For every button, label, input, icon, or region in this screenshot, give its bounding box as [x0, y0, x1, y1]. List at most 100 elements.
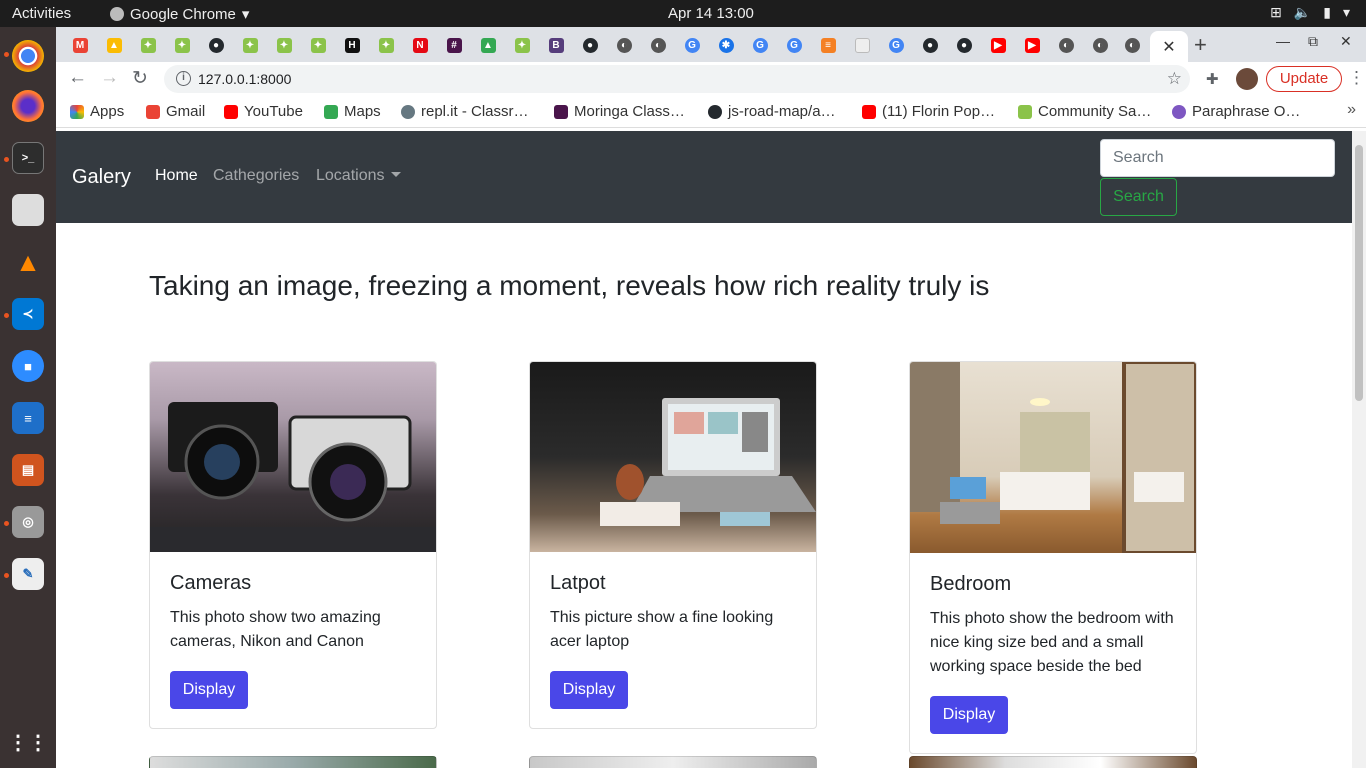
tab-community[interactable]: ✦: [134, 33, 162, 57]
nav-locations-dropdown[interactable]: Locations: [316, 167, 401, 185]
tab-github[interactable]: ●: [576, 33, 604, 57]
gallery-card-next[interactable]: [909, 756, 1197, 768]
bookmark-paraphrase[interactable]: Paraphrase O…: [1172, 103, 1300, 120]
tab-hackerrank[interactable]: H: [338, 33, 366, 57]
tab-drive[interactable]: ▲: [100, 33, 128, 57]
tab-github[interactable]: ●: [916, 33, 944, 57]
card-image-laptop[interactable]: [530, 362, 816, 552]
tab-stackoverflow[interactable]: ≡: [814, 33, 842, 57]
tab-globe[interactable]: ◐: [610, 33, 638, 57]
bookmark-label: Apps: [90, 103, 125, 120]
tab-globe[interactable]: ◐: [1118, 33, 1146, 57]
avatar[interactable]: [1236, 68, 1258, 90]
gallery-card-next[interactable]: [529, 756, 817, 768]
tab-community[interactable]: ✦: [508, 33, 536, 57]
youtube-icon: ▶: [1024, 37, 1040, 53]
bookmark-florin-pop[interactable]: (11) Florin Pop…: [862, 103, 995, 120]
tab-community[interactable]: ✦: [372, 33, 400, 57]
tab-netflix[interactable]: N: [406, 33, 434, 57]
system-tray[interactable]: ⊞ 🔈 ▮ ▾: [1270, 4, 1350, 21]
nav-home[interactable]: Home: [155, 167, 198, 185]
menu-icon[interactable]: ⋮: [1348, 68, 1365, 88]
activities-button[interactable]: Activities: [12, 5, 71, 22]
tab-globe[interactable]: ◐: [644, 33, 672, 57]
search-input[interactable]: [1100, 139, 1335, 177]
files-icon[interactable]: [12, 194, 44, 226]
star-icon[interactable]: ☆: [1167, 69, 1182, 89]
app-menu[interactable]: Google Chrome ▾: [110, 5, 249, 23]
bookmark-apps[interactable]: Apps: [70, 103, 124, 120]
tab-globe[interactable]: ◐: [1086, 33, 1114, 57]
tab-google[interactable]: G: [882, 33, 910, 57]
clock[interactable]: Apr 14 13:00: [668, 5, 754, 22]
terminal-icon[interactable]: >_: [12, 142, 44, 174]
scrollbar-thumb[interactable]: [1355, 145, 1363, 401]
bookmark-moringa[interactable]: Moringa Class…: [554, 103, 685, 120]
vlc-icon[interactable]: ▲: [12, 246, 44, 278]
close-icon[interactable]: ✕: [1162, 37, 1175, 57]
zoom-icon[interactable]: ■: [12, 350, 44, 382]
gallery-card-next[interactable]: [149, 756, 437, 768]
display-button[interactable]: Display: [170, 671, 248, 709]
tab-google[interactable]: G: [678, 33, 706, 57]
tree-icon: [1018, 104, 1032, 119]
bookmark-js-road-map[interactable]: js-road-map/a…: [708, 103, 836, 120]
forward-icon[interactable]: →: [100, 67, 119, 89]
site-brand[interactable]: Galery: [72, 166, 131, 189]
card-image-bedroom[interactable]: [910, 362, 1196, 553]
tab-blank[interactable]: [848, 33, 876, 57]
bookmark-community[interactable]: Community Sa…: [1018, 103, 1151, 120]
vscode-icon[interactable]: ≺: [12, 298, 44, 330]
tab-youtube[interactable]: ▶: [984, 33, 1012, 57]
nav-categories[interactable]: Cathegories: [213, 167, 299, 185]
more-bookmarks-button[interactable]: »: [1347, 101, 1356, 119]
writer-icon[interactable]: ≡: [12, 402, 44, 434]
tab-github[interactable]: ●: [950, 33, 978, 57]
bookmark-replit[interactable]: repl.it - Classr…: [401, 103, 529, 120]
active-tab[interactable]: ✕: [1150, 31, 1188, 62]
tab-bootstrap[interactable]: B: [542, 33, 570, 57]
reload-icon[interactable]: ↻: [132, 67, 148, 90]
maximize-icon[interactable]: ⧉: [1308, 33, 1318, 50]
url-text[interactable]: 127.0.0.1:8000: [198, 71, 291, 87]
chrome-icon[interactable]: [12, 40, 44, 72]
tab-globe[interactable]: ◐: [1052, 33, 1080, 57]
tab-youtube[interactable]: ▶: [1018, 33, 1046, 57]
info-icon[interactable]: i: [176, 71, 191, 86]
tab-github[interactable]: ●: [202, 33, 230, 57]
screenshot-icon[interactable]: ◎: [12, 506, 44, 538]
tab-gmail[interactable]: M: [66, 33, 94, 57]
card-text: This photo show the bedroom with nice ki…: [930, 610, 1174, 675]
address-bar[interactable]: i 127.0.0.1:8000 ☆: [164, 65, 1190, 93]
display-button[interactable]: Display: [550, 671, 628, 709]
bookmark-gmail[interactable]: Gmail: [146, 103, 205, 120]
firefox-icon[interactable]: [12, 90, 44, 122]
tab-drive[interactable]: ▲: [474, 33, 502, 57]
minimize-icon[interactable]: —: [1276, 33, 1290, 49]
update-button[interactable]: Update: [1266, 66, 1342, 92]
tab-community[interactable]: ✦: [304, 33, 332, 57]
extensions-icon[interactable]: ✚: [1206, 70, 1219, 88]
impress-icon[interactable]: ▤: [12, 454, 44, 486]
page-scrollbar[interactable]: [1352, 131, 1366, 768]
tab-app[interactable]: ✱: [712, 33, 740, 57]
tab-google[interactable]: G: [780, 33, 808, 57]
close-window-icon[interactable]: ✕: [1340, 33, 1352, 50]
display-button[interactable]: Display: [930, 696, 1008, 734]
app-grid-icon[interactable]: ⋮⋮: [8, 726, 48, 758]
back-icon[interactable]: ←: [68, 67, 87, 89]
new-tab-button[interactable]: +: [1194, 32, 1207, 58]
tree-icon: ✦: [174, 37, 190, 53]
search-button[interactable]: Search: [1100, 178, 1177, 216]
tab-community[interactable]: ✦: [270, 33, 298, 57]
github-icon: ●: [956, 37, 972, 53]
bookmark-youtube[interactable]: YouTube: [224, 103, 303, 120]
card-image-cameras[interactable]: [150, 362, 436, 552]
tab-community[interactable]: ✦: [236, 33, 264, 57]
youtube-icon: [862, 104, 876, 119]
tab-google[interactable]: G: [746, 33, 774, 57]
tab-community[interactable]: ✦: [168, 33, 196, 57]
tab-slack[interactable]: #: [440, 33, 468, 57]
bookmark-maps[interactable]: Maps: [324, 103, 381, 120]
text-editor-icon[interactable]: ✎: [12, 558, 44, 590]
